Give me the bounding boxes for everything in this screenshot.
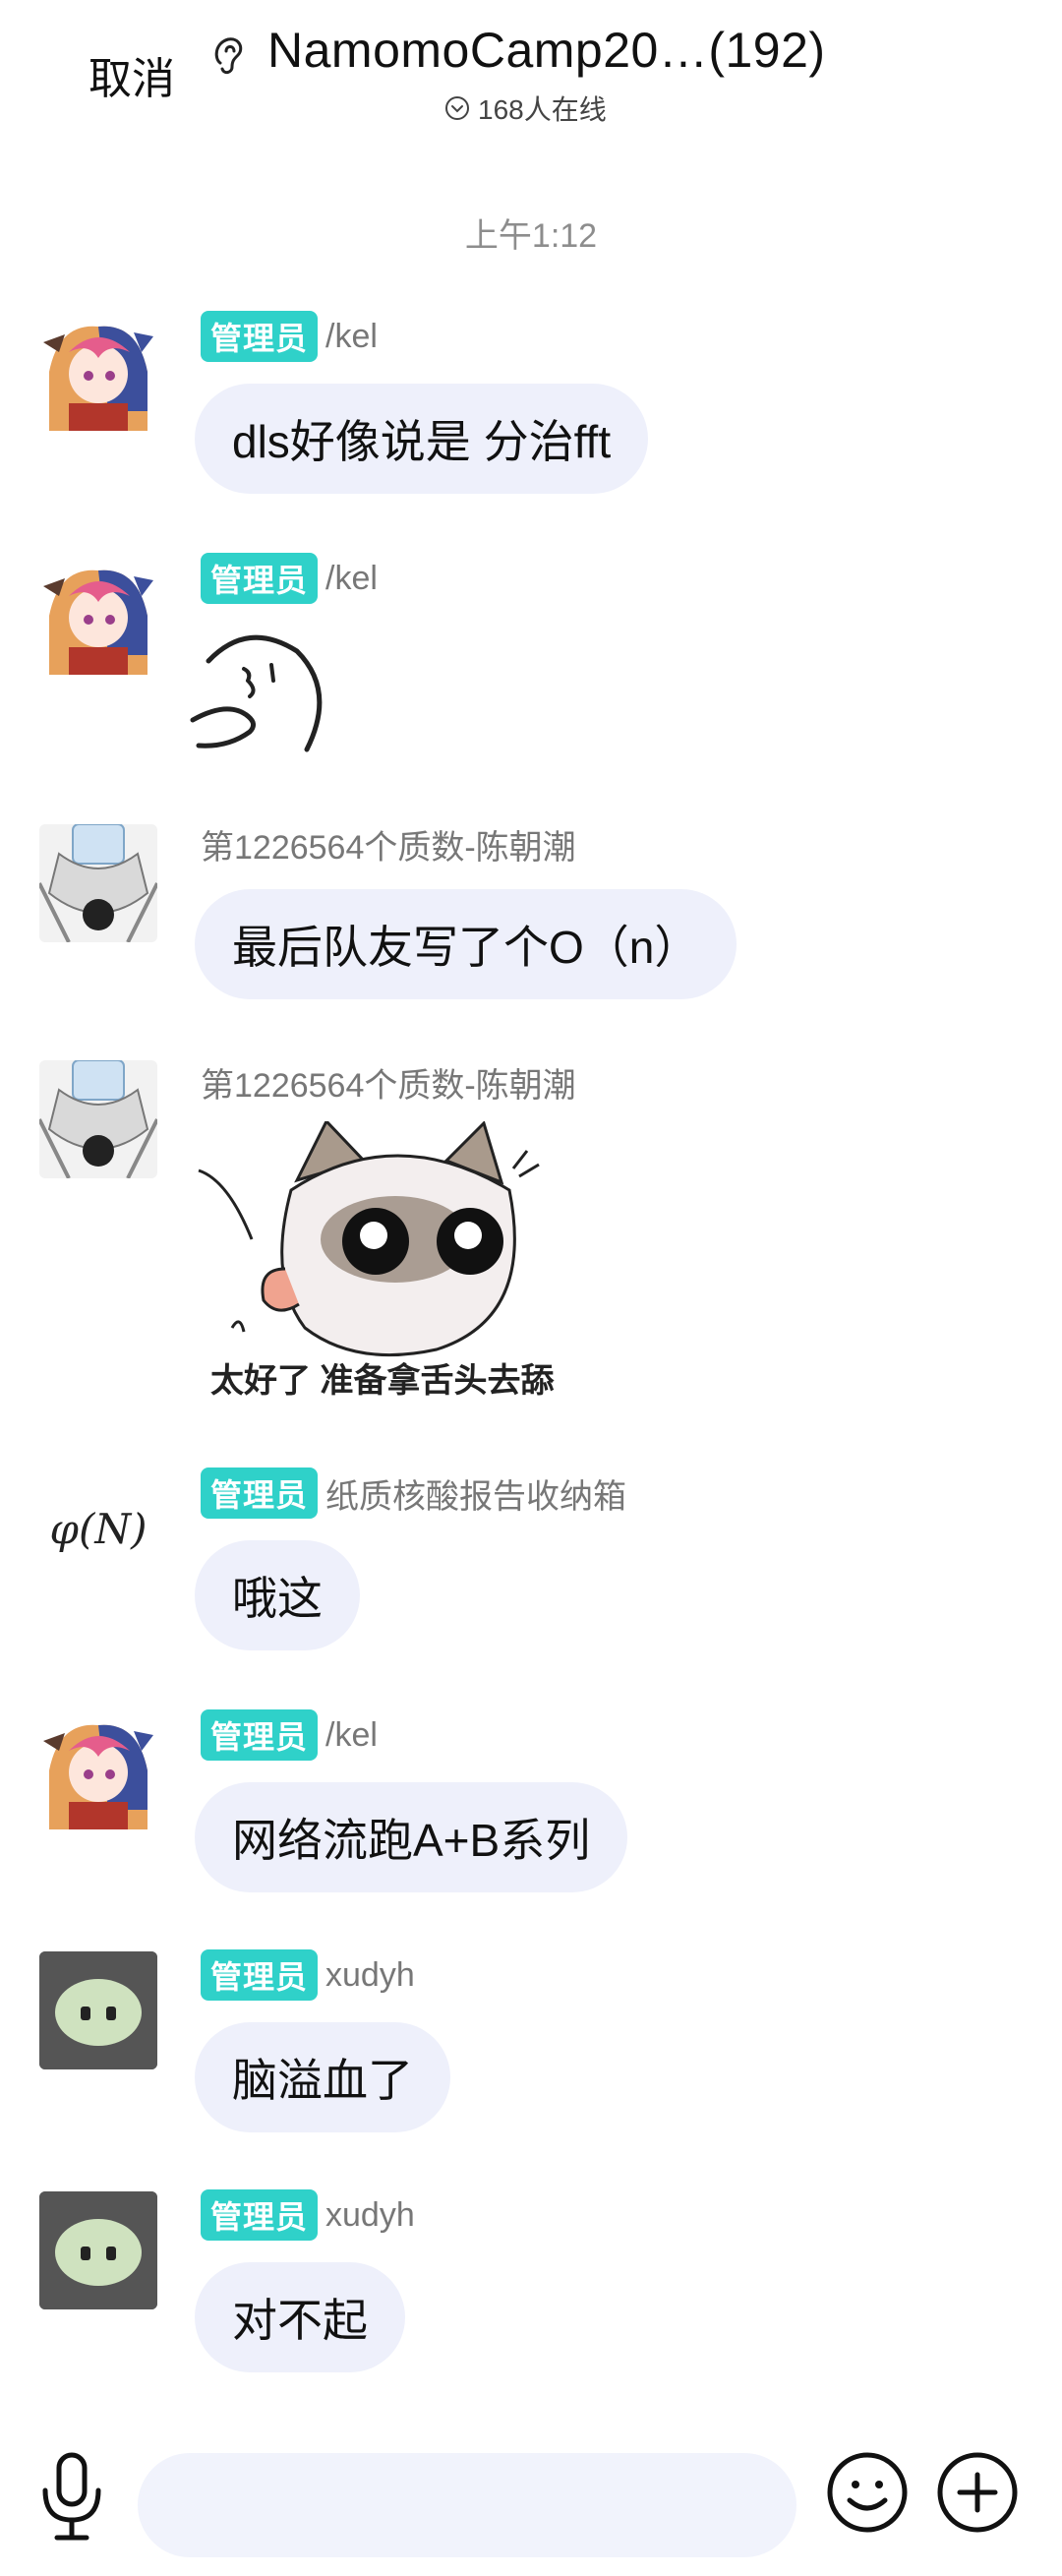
avatar[interactable] xyxy=(39,1711,157,1829)
message-bubble[interactable]: 对不起 xyxy=(195,2262,405,2372)
sender-row: 管理员 /kel xyxy=(201,311,378,362)
admin-badge: 管理员 xyxy=(201,311,319,362)
admin-badge: 管理员 xyxy=(201,553,319,604)
sender-row: 管理员 纸质核酸报告收纳箱 xyxy=(201,1468,626,1519)
message-text: 哦这 xyxy=(232,1573,323,1624)
sender-name[interactable]: /kel xyxy=(325,560,378,598)
sender-row: 第1226564个质数-陈朝潮 xyxy=(201,820,576,869)
online-count[interactable]: 168人在线 xyxy=(444,89,607,128)
admin-badge: 管理员 xyxy=(201,1709,319,1761)
message-bubble[interactable]: 最后队友写了个O（n） xyxy=(195,889,738,999)
message-text: 网络流跑A+B系列 xyxy=(232,1815,591,1866)
sender-name[interactable]: xudyh xyxy=(325,1956,415,1995)
chat-title[interactable]: NamomoCamp20…(192) xyxy=(267,22,826,79)
sender-name[interactable]: xudyh xyxy=(325,2196,415,2235)
sender-row: 管理员 /kel xyxy=(201,1709,378,1761)
sender-name[interactable]: 纸质核酸报告收纳箱 xyxy=(325,1469,626,1518)
sender-row: 管理员 xudyh xyxy=(201,2189,415,2241)
sender-name[interactable]: /kel xyxy=(325,1716,378,1755)
message-bubble[interactable]: dls好像说是 分治fft xyxy=(195,384,649,494)
sender-name[interactable]: 第1226564个质数-陈朝潮 xyxy=(201,1058,576,1107)
avatar[interactable] xyxy=(39,2191,157,2309)
cancel-button[interactable]: 取消 xyxy=(88,43,175,106)
microphone-icon[interactable] xyxy=(37,2449,106,2544)
message-bubble[interactable]: 脑溢血了 xyxy=(195,2022,450,2132)
sender-name[interactable]: /kel xyxy=(325,318,378,356)
smiley-icon[interactable] xyxy=(826,2451,909,2534)
chat-header: 取消 NamomoCamp20…(192) 168人在线 xyxy=(0,0,1062,148)
online-count-text: 168人在线 xyxy=(478,94,607,125)
admin-badge: 管理员 xyxy=(201,1949,319,2001)
message-text: 脑溢血了 xyxy=(232,2055,413,2106)
sender-row: 第1226564个质数-陈朝潮 xyxy=(201,1058,576,1107)
message-timestamp: 上午1:12 xyxy=(464,217,598,255)
avatar[interactable]: φ(N) xyxy=(39,1469,157,1588)
cat-sticker[interactable]: 太好了 准备拿舌头去舔 xyxy=(189,1121,562,1407)
doodle-face-sticker[interactable] xyxy=(189,622,336,769)
avatar[interactable] xyxy=(39,1060,157,1178)
avatar[interactable] xyxy=(39,313,157,431)
sender-row: 管理员 /kel xyxy=(201,553,378,604)
sender-row: 管理员 xudyh xyxy=(201,1949,415,2001)
avatar-text: φ(N) xyxy=(49,1504,148,1553)
avatar[interactable] xyxy=(39,824,157,942)
message-text: 对不起 xyxy=(232,2295,368,2346)
message-input[interactable] xyxy=(138,2453,796,2557)
ear-icon[interactable] xyxy=(205,30,254,79)
sticker-caption: 太好了 准备拿舌头去舔 xyxy=(210,1362,555,1400)
message-text: dls好像说是 分治fft xyxy=(232,416,612,467)
chevron-down-circle-icon xyxy=(445,96,469,120)
sender-name[interactable]: 第1226564个质数-陈朝潮 xyxy=(201,820,576,869)
input-bar xyxy=(0,2420,1062,2576)
message-bubble[interactable]: 网络流跑A+B系列 xyxy=(195,1782,628,1892)
avatar[interactable] xyxy=(39,1951,157,2069)
plus-icon[interactable] xyxy=(936,2451,1019,2534)
avatar[interactable] xyxy=(39,557,157,675)
message-text: 最后队友写了个O（n） xyxy=(232,922,700,973)
admin-badge: 管理员 xyxy=(201,1468,319,1519)
message-bubble[interactable]: 哦这 xyxy=(195,1540,360,1650)
admin-badge: 管理员 xyxy=(201,2189,319,2241)
